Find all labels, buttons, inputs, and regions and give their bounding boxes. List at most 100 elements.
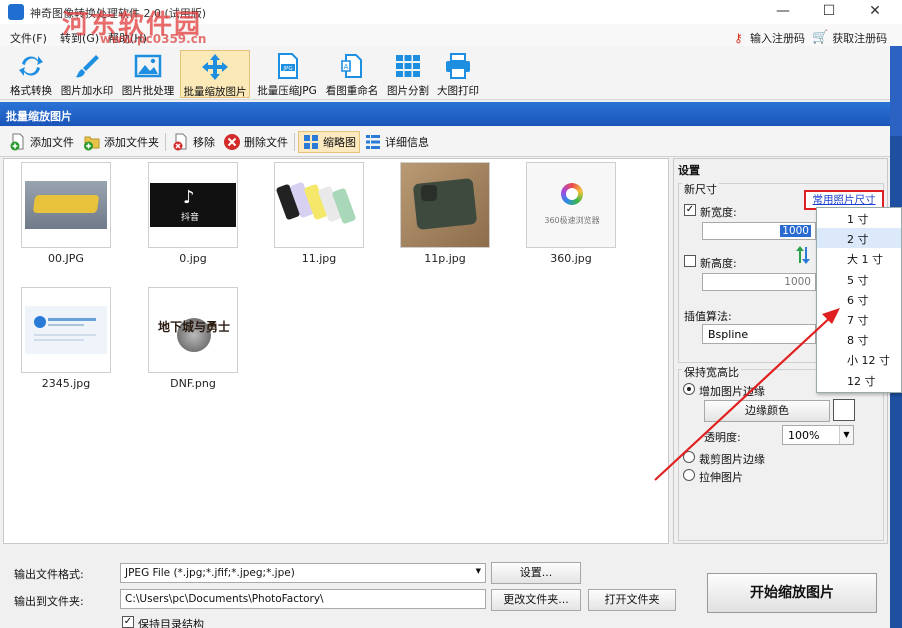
size-option[interactable]: 大 1 寸 (817, 248, 901, 268)
thumbnail-view-button[interactable]: 缩略图 (298, 131, 360, 153)
size-option[interactable]: 2 寸 (817, 228, 901, 249)
details-view-button[interactable]: 详细信息 (361, 131, 432, 153)
thumbnail-image: 地下城与勇士 (148, 287, 238, 373)
tool-split[interactable]: 图片分割 (384, 50, 432, 98)
convert-icon (19, 56, 43, 76)
opacity-label: 透明度: (704, 431, 741, 444)
file-name: 11p.jpg (424, 252, 466, 265)
interpolation-select[interactable]: Bspline (702, 324, 816, 344)
settings-title: 设置 (678, 164, 700, 177)
format-settings-button[interactable]: 设置... (491, 562, 581, 584)
change-folder-button[interactable]: 更改文件夹... (491, 589, 581, 611)
file-thumbnail[interactable]: 11p.jpg (400, 162, 490, 265)
get-code-button[interactable]: 🛒 获取注册码 (812, 30, 887, 46)
interpolation-label: 插值算法: (684, 310, 732, 323)
output-folder-input[interactable]: C:\Users\pc\Documents\PhotoFactory\ (120, 589, 486, 609)
image-icon (134, 54, 162, 78)
rename-file-icon: A (341, 54, 362, 78)
size-option[interactable]: 小 12 寸 (817, 349, 901, 369)
delete-icon (224, 134, 240, 150)
new-width-checkbox[interactable]: ✓ (684, 204, 696, 216)
file-name: DNF.png (170, 377, 216, 390)
thumbnail-image (400, 162, 490, 248)
grid-icon (396, 55, 420, 77)
chevron-down-icon: ▼ (475, 567, 481, 575)
size-option[interactable]: 8 寸 (817, 329, 901, 349)
file-name: 00.JPG (48, 252, 84, 265)
add-border-radio[interactable] (683, 383, 695, 395)
output-folder-label: 输出到文件夹: (14, 595, 84, 608)
tool-label: 格式转换 (10, 85, 52, 97)
add-file-label: 添加文件 (30, 136, 74, 149)
file-thumbnail[interactable]: ♪ 抖音 0.jpg (148, 162, 238, 265)
new-width-input[interactable]: 1000 (702, 222, 816, 240)
tool-print[interactable]: 大图打印 (434, 50, 482, 98)
output-format-select[interactable]: JPEG File (*.jpg;*.jfif;*.jpeg;*.jpe) ▼ (120, 563, 486, 583)
swap-icon[interactable] (794, 245, 812, 265)
details-list-icon (366, 135, 380, 149)
add-border-label: 增加图片边缘 (699, 385, 765, 398)
dnf-logo-text: 地下城与勇士 (157, 320, 230, 334)
get-code-label: 获取注册码 (832, 32, 888, 45)
remove-button[interactable]: 移除 (169, 131, 218, 153)
move-arrows-icon (202, 54, 228, 80)
tool-watermark[interactable]: 图片加水印 (58, 50, 116, 98)
border-color-swatch[interactable] (833, 399, 855, 421)
size-option[interactable]: 1 寸 (817, 208, 901, 228)
jpg-file-icon: JPG (278, 53, 298, 79)
thumbnail-image: 360极速浏览器 (526, 162, 616, 248)
maximize-button[interactable]: ☐ (806, 0, 852, 24)
thumbnail-image (274, 162, 364, 248)
details-view-label: 详细信息 (385, 136, 429, 149)
register-code-label: 输入注册码 (750, 32, 805, 45)
watermark-url: www.pc0359.cn (100, 32, 207, 46)
file-name: 2345.jpg (41, 377, 91, 390)
stretch-radio[interactable] (683, 469, 695, 481)
file-thumbnail[interactable]: 360极速浏览器 360.jpg (526, 162, 616, 265)
new-height-label: 新高度: (700, 257, 737, 270)
photo-size-dropdown: 1 寸 2 寸 大 1 寸 5 寸 6 寸 7 寸 8 寸 小 12 寸 12 … (816, 207, 902, 393)
tool-rename[interactable]: A 看图重命名 (322, 50, 382, 98)
output-format-label: 输出文件格式: (14, 568, 84, 581)
file-thumbnail[interactable]: 2345.jpg (21, 287, 111, 390)
keep-ratio-label: 保持宽高比 (682, 364, 741, 380)
new-height-checkbox[interactable] (684, 255, 696, 267)
minimize-button[interactable]: — (760, 0, 806, 24)
delete-file-button[interactable]: 删除文件 (220, 131, 291, 153)
size-option[interactable]: 7 寸 (817, 309, 901, 329)
file-thumbnail[interactable]: 11.jpg (274, 162, 364, 265)
thumbnail-image (21, 162, 111, 248)
close-button[interactable]: ✕ (852, 0, 898, 24)
add-file-button[interactable]: 添加文件 (6, 131, 77, 153)
tool-batch-resize[interactable]: 批量缩放图片 (180, 50, 250, 98)
new-height-input[interactable]: 1000 (702, 273, 816, 291)
tool-label: 图片加水印 (60, 85, 114, 97)
keep-structure-checkbox[interactable]: ✓ (122, 616, 134, 628)
separator (165, 133, 166, 151)
main-toolbar: 格式转换 图片加水印 图片批处理 批量缩放图片 JPG 批量压缩JPG A 看图… (0, 46, 890, 100)
size-option[interactable]: 6 寸 (817, 289, 901, 309)
file-name: 11.jpg (301, 252, 337, 265)
crop-border-radio[interactable] (683, 451, 695, 463)
file-thumbnail[interactable]: 地下城与勇士 DNF.png (148, 287, 238, 390)
add-folder-button[interactable]: 添加文件夹 (80, 131, 162, 153)
tool-label: 图片分割 (387, 85, 429, 97)
cart-icon: 🛒 (812, 30, 829, 45)
size-option[interactable]: 5 寸 (817, 269, 901, 289)
tool-compress-jpg[interactable]: JPG 批量压缩JPG (254, 50, 320, 98)
start-resize-button[interactable]: 开始缩放图片 (707, 573, 877, 613)
opacity-select[interactable]: 100% ▼ (782, 425, 854, 445)
register-code-button[interactable]: ⚷ 输入注册码 (734, 30, 805, 46)
file-thumbnail-list[interactable]: 00.JPG ♪ 抖音 0.jpg 11.jpg 11p.jpg 360极速浏览… (3, 158, 669, 544)
file-thumbnail[interactable]: 00.JPG (21, 162, 111, 265)
size-option[interactable]: 12 寸 (817, 370, 901, 390)
border-color-button[interactable]: 边缘颜色 (704, 400, 830, 422)
thumbnail-image: ♪ 抖音 (148, 162, 238, 248)
open-folder-button[interactable]: 打开文件夹 (588, 589, 676, 611)
svg-text:JPG: JPG (282, 66, 292, 72)
thumbnail-grid-icon (304, 135, 318, 149)
svg-text:A: A (344, 63, 349, 71)
tool-batch-process[interactable]: 图片批处理 (118, 50, 178, 98)
menu-file[interactable]: 文件(F) (10, 30, 47, 46)
tool-format-convert[interactable]: 格式转换 (4, 50, 58, 98)
